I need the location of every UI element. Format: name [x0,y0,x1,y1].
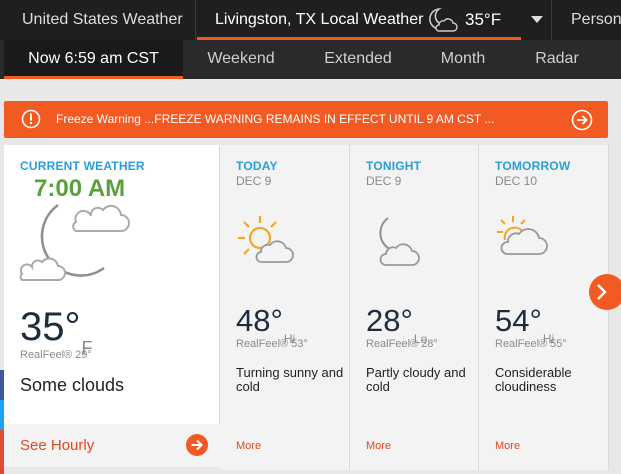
forecast-card-tonight[interactable]: TONIGHT DEC 9 28°Lo RealFeel® 28° Partly… [350,145,479,470]
forecast-temp-value: 48° [236,303,283,338]
alert-circle-icon [21,109,41,134]
current-temp-value: 35° [20,305,81,349]
location-selector[interactable]: Livingston, TX Local Weather 35°F [197,0,521,40]
tab-radar[interactable]: Radar [509,40,605,79]
forecast-realfeel: RealFeel® 55° [495,338,567,350]
chevron-down-icon [531,16,543,23]
location-name[interactable]: Livingston, TX Local Weather [215,0,423,40]
forecast-more-link[interactable]: More [366,440,391,452]
forecast-heading: TODAY [236,159,278,173]
forecast-realfeel: RealFeel® 53° [236,338,308,350]
current-weather-heading: CURRENT WEATHER [20,159,145,173]
see-hourly-button[interactable]: See Hourly [4,424,220,467]
arrow-right-circle-icon[interactable] [571,109,593,136]
sub-nav: Now 6:59 am CST Weekend Extended Month R… [0,40,621,79]
facebook-share-icon[interactable] [0,370,4,400]
forecast-heading: TOMORROW [495,159,571,173]
forecast-temp-value: 54° [495,303,542,338]
warning-text: Freeze Warning ...FREEZE WARNING REMAINS… [56,112,495,126]
social-share-stripe [0,370,4,474]
tab-extended[interactable]: Extended [299,40,417,79]
forecast-temp-value: 28° [366,303,413,338]
tab-now[interactable]: Now 6:59 am CST [4,40,183,79]
forecast-heading: TONIGHT [366,159,422,173]
tab-month[interactable]: Month [417,40,509,79]
location-dropdown-button[interactable] [522,0,552,40]
sun-cloud-icon [234,210,298,275]
forecast-condition: Partly cloudy and cold [366,365,466,394]
next-forecast-button[interactable] [589,274,621,310]
current-realfeel: RealFeel® 29° [20,349,92,361]
forecast-card-tomorrow[interactable]: TOMORROW DEC 10 54°Hi RealFeel® 55° Cons… [479,145,609,470]
forecast-date: DEC 9 [366,174,402,188]
current-condition: Some clouds [20,375,125,395]
forecast-more-link[interactable]: More [236,440,261,452]
moon-cloud-icon [364,210,428,275]
forecast-date: DEC 10 [495,174,538,188]
forecast-date: DEC 9 [236,174,272,188]
moon-cloud-icon [425,6,459,39]
forecast-realfeel: RealFeel® 28° [366,338,438,350]
freeze-warning-banner[interactable]: Freeze Warning ...FREEZE WARNING REMAINS… [4,101,608,138]
sun-cloud-icon [493,210,557,275]
moon-clouds-icon [18,200,138,295]
forecast-card-today[interactable]: TODAY DEC 9 48°Hi RealFeel® 53° Turning … [220,145,350,470]
forecast-condition: Considerable cloudiness [495,365,572,394]
chevron-right-icon [597,284,607,300]
forecast-condition: Turning sunny and cold [236,365,344,394]
forecast-more-link[interactable]: More [495,440,520,452]
site-title[interactable]: United States Weather [0,0,196,40]
person-menu[interactable]: Person [571,0,621,40]
top-bar: United States Weather Livingston, TX Loc… [0,0,621,40]
current-time: 7:00 AM [34,175,126,202]
see-hourly-label: See Hourly [20,437,95,454]
tab-weekend[interactable]: Weekend [183,40,299,79]
google-share-icon[interactable] [0,430,4,474]
twitter-share-icon[interactable] [0,400,4,430]
arrow-right-circle-icon [186,434,208,461]
current-weather-card[interactable]: CURRENT WEATHER 7:00 AM 35°F RealFeel® 2… [4,145,220,467]
location-temp: 35°F [465,10,502,29]
